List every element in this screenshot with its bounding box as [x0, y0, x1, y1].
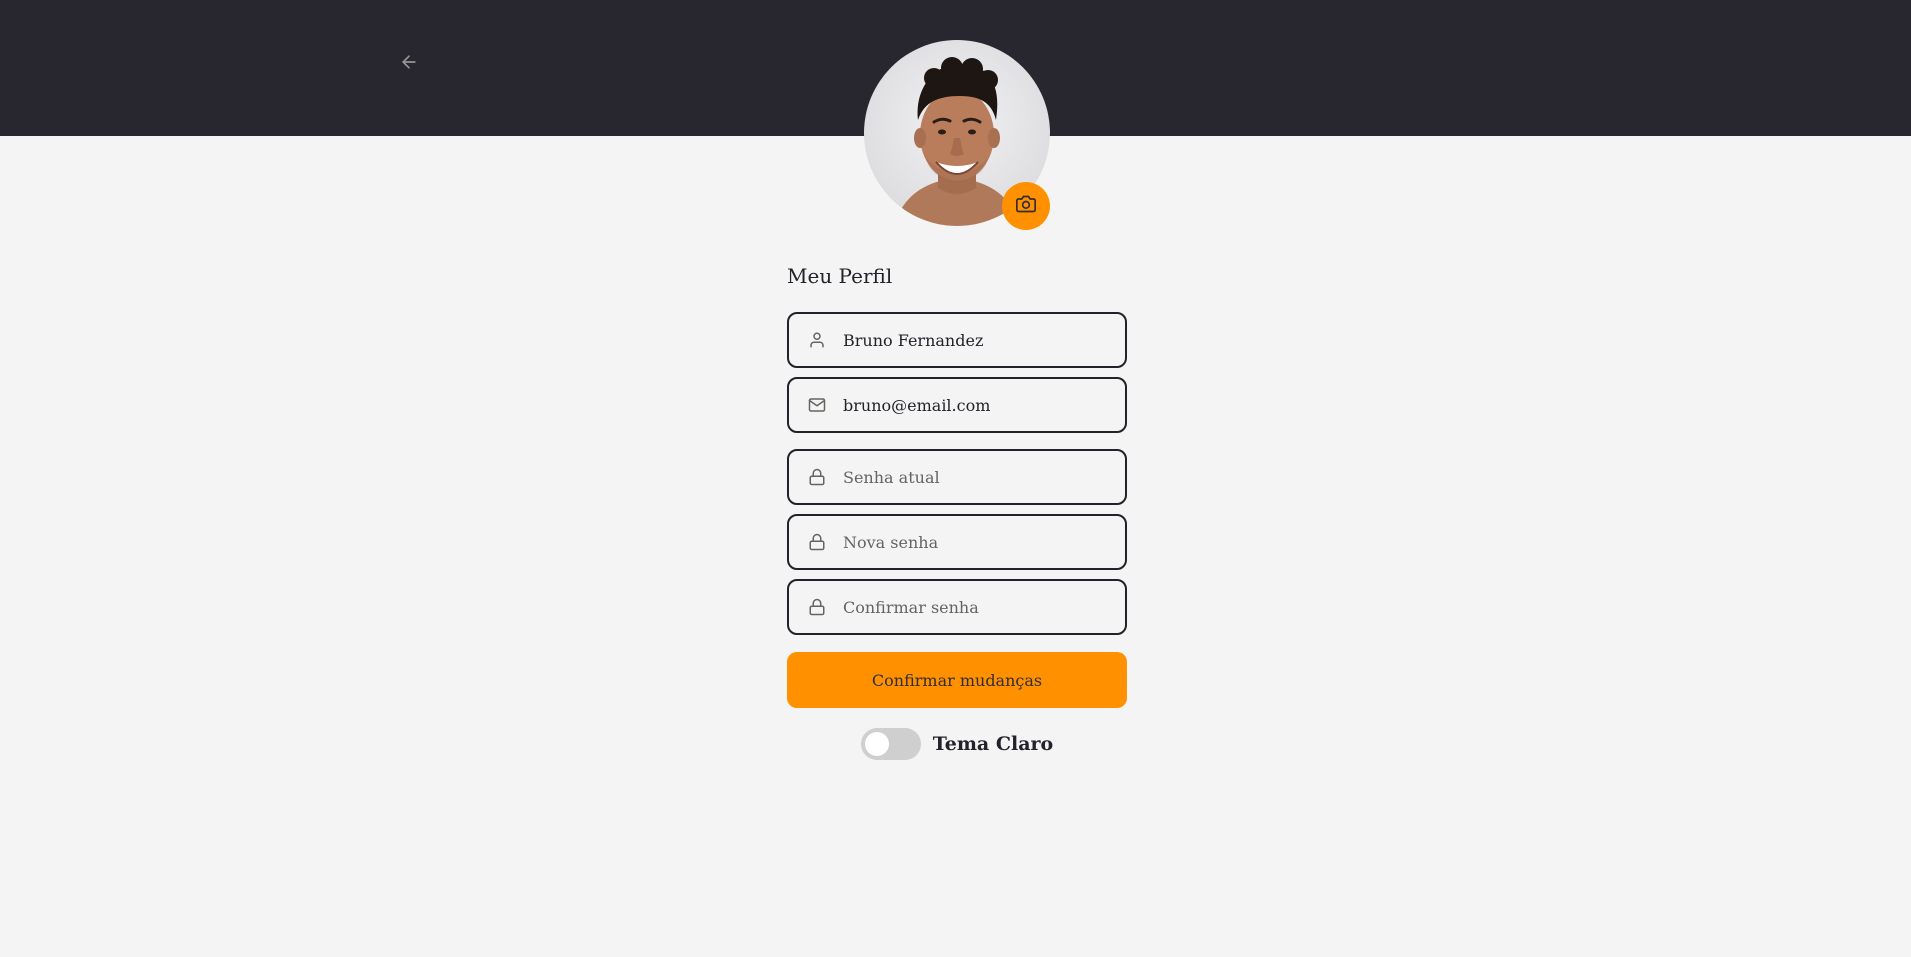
mail-icon: [807, 395, 827, 415]
arrow-left-icon: [399, 52, 419, 76]
new-password-field[interactable]: [787, 514, 1127, 570]
confirm-password-input[interactable]: [843, 581, 1125, 633]
lock-icon: [807, 532, 827, 552]
back-button[interactable]: [395, 50, 423, 78]
camera-icon: [1016, 194, 1036, 218]
email-input[interactable]: [843, 379, 1125, 431]
theme-label: Tema Claro: [932, 733, 1054, 755]
page-title: Meu Perfil: [787, 264, 893, 288]
email-field[interactable]: [787, 377, 1127, 433]
theme-toggle-row: Tema Claro: [787, 728, 1127, 760]
theme-toggle[interactable]: [860, 728, 921, 760]
name-field[interactable]: [787, 312, 1127, 368]
lock-icon: [807, 467, 827, 487]
confirm-changes-button[interactable]: Confirmar mudanças: [787, 652, 1127, 708]
lock-icon: [807, 597, 827, 617]
user-icon: [807, 330, 827, 350]
confirm-password-field[interactable]: [787, 579, 1127, 635]
old-password-input[interactable]: [843, 451, 1125, 503]
name-input[interactable]: [843, 314, 1125, 366]
toggle-knob: [864, 732, 889, 756]
new-password-input[interactable]: [843, 516, 1125, 568]
change-avatar-button[interactable]: [1002, 182, 1050, 230]
avatar-container: [864, 40, 1050, 230]
old-password-field[interactable]: [787, 449, 1127, 505]
profile-form: Meu Perfil Bruno Fernandez bruno@email.c…: [787, 260, 1127, 760]
